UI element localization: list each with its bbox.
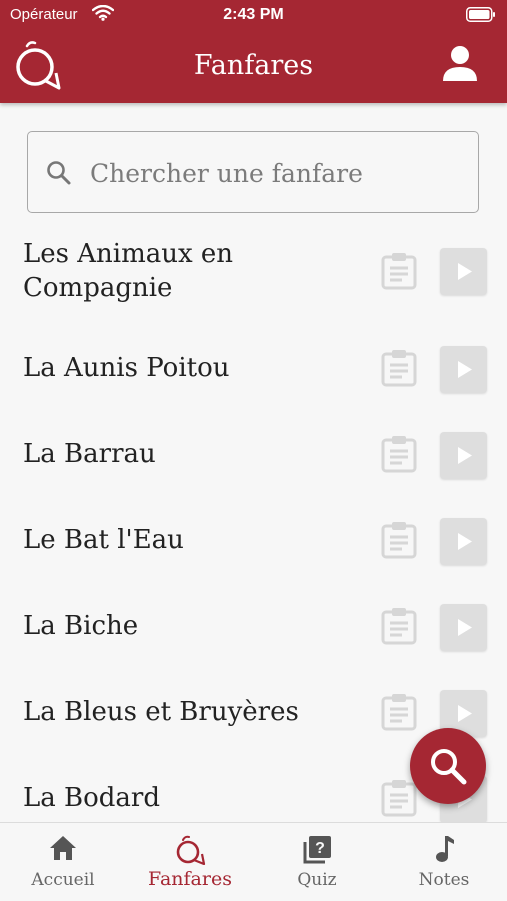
- play-button[interactable]: [440, 346, 487, 393]
- fanfare-row[interactable]: La Barrau: [0, 409, 507, 495]
- fanfare-title: La Aunis Poitou: [23, 353, 230, 383]
- sheet-music-icon[interactable]: [379, 520, 419, 564]
- tab-notes[interactable]: Notes: [381, 823, 507, 901]
- play-icon: [458, 619, 472, 636]
- tab-fanfares[interactable]: Fanfares: [127, 823, 253, 901]
- fanfare-title: La Barrau: [23, 439, 156, 469]
- fanfare-title: Le Bat l'Eau: [23, 525, 184, 555]
- tab-label: Accueil: [31, 870, 95, 890]
- play-button[interactable]: [440, 604, 487, 651]
- tab-label: Fanfares: [148, 868, 232, 890]
- fanfare-row[interactable]: Les Animaux en Compagnie: [0, 228, 507, 323]
- tab-label: Notes: [418, 870, 470, 890]
- sheet-music-icon[interactable]: [379, 434, 419, 478]
- play-button[interactable]: [440, 248, 487, 295]
- fanfare-title: Les Animaux en Compagnie: [23, 239, 234, 303]
- play-icon: [458, 263, 472, 280]
- play-icon: [458, 533, 472, 550]
- fanfare-title: La Bleus et Bruyères: [23, 697, 299, 727]
- clock: 2:43 PM: [223, 6, 284, 23]
- tab-bar: Accueil Fanfares ? Quiz Notes: [0, 822, 507, 901]
- sheet-music-icon[interactable]: [379, 692, 419, 736]
- svg-text:?: ?: [315, 840, 325, 857]
- music-note-icon: [436, 836, 454, 862]
- fanfare-title: La Biche: [23, 611, 139, 641]
- fanfare-title: La Bodard: [23, 783, 161, 813]
- play-button[interactable]: [440, 432, 487, 479]
- play-button[interactable]: [440, 518, 487, 565]
- search-icon: [46, 160, 72, 190]
- battery-icon: [466, 7, 496, 27]
- play-icon: [458, 361, 472, 378]
- tab-label: Quiz: [297, 870, 337, 890]
- sheet-music-icon[interactable]: [379, 251, 419, 295]
- search-icon: [431, 749, 467, 785]
- tab-accueil[interactable]: Accueil: [0, 823, 126, 901]
- play-icon: [458, 447, 472, 464]
- user-profile-icon[interactable]: [443, 45, 477, 85]
- sheet-music-icon[interactable]: [379, 778, 419, 822]
- home-icon: [50, 836, 76, 860]
- search-fab-button[interactable]: [410, 728, 486, 804]
- status-bar: Opérateur 2:43 PM: [0, 0, 507, 30]
- tab-quiz[interactable]: ? Quiz: [254, 823, 380, 901]
- fanfare-row[interactable]: La Aunis Poitou: [0, 323, 507, 409]
- sheet-music-icon[interactable]: [379, 348, 419, 392]
- search-box[interactable]: [27, 131, 479, 213]
- sheet-music-icon[interactable]: [379, 606, 419, 650]
- fanfare-row[interactable]: Le Bat l'Eau: [0, 495, 507, 581]
- quiz-icon: ?: [303, 836, 331, 864]
- app-header: Opérateur 2:43 PM Fanfares: [0, 0, 507, 103]
- horn-icon: [176, 835, 206, 865]
- play-icon: [458, 705, 472, 722]
- search-input[interactable]: [88, 150, 462, 196]
- fanfare-row[interactable]: La Biche: [0, 581, 507, 667]
- page-title: Fanfares: [193, 50, 314, 81]
